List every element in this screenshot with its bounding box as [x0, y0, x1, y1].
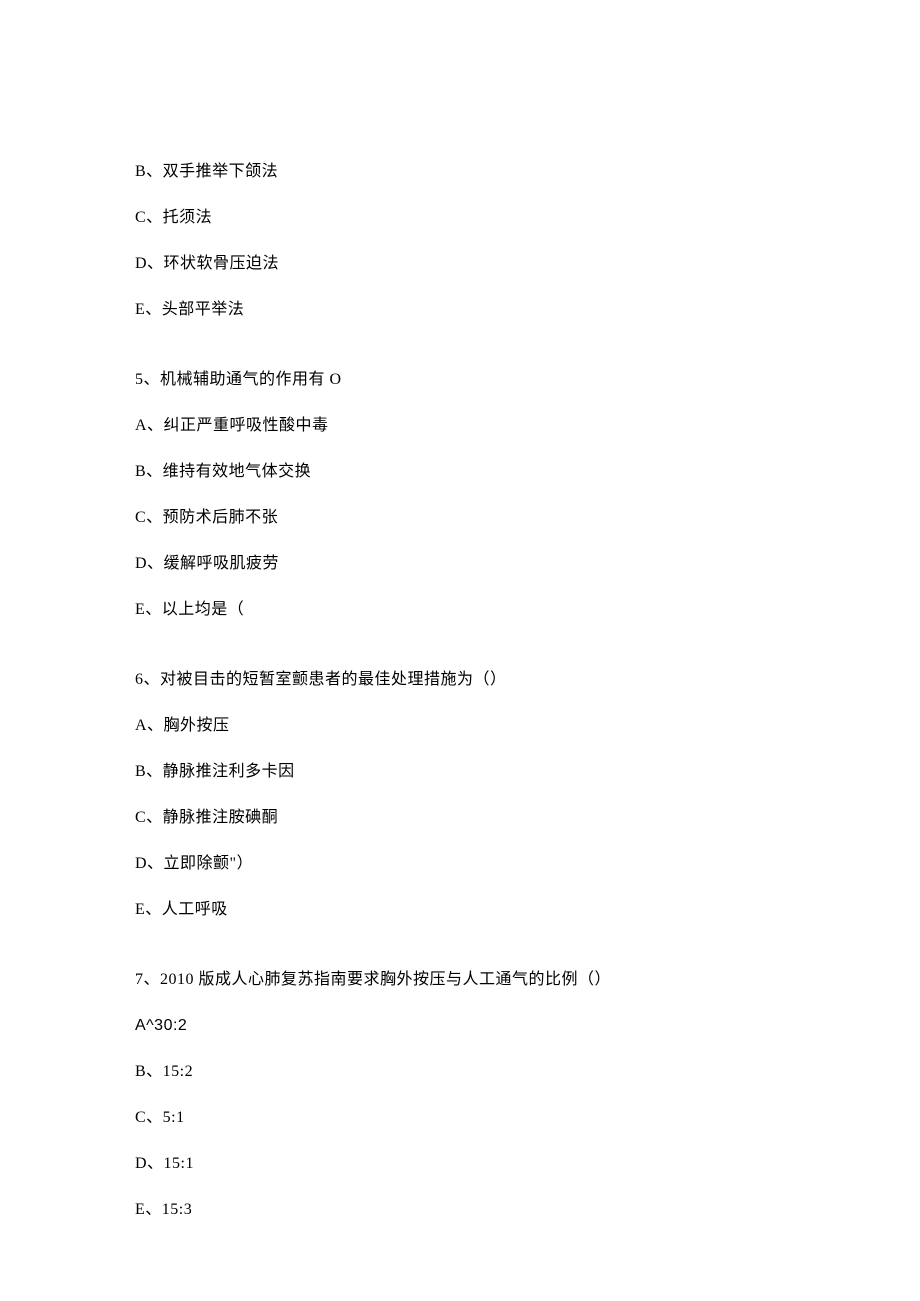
q6-option-a: A、胸外按压 — [135, 714, 785, 738]
q5-option-d: D、缓解呼吸肌疲劳 — [135, 552, 785, 576]
q5-option-b: B、维持有效地气体交换 — [135, 460, 785, 484]
q6-option-d: D、立即除颤"） — [135, 852, 785, 876]
q4-option-e: E、头部平举法 — [135, 298, 785, 322]
q7-option-a: A^30:2 — [135, 1014, 785, 1038]
q4-option-d: D、环状软骨压迫法 — [135, 252, 785, 276]
q5-stem: 5、机械辅助通气的作用有 O — [135, 368, 785, 392]
q6-option-b: B、静脉推注利多卡因 — [135, 760, 785, 784]
q6-stem: 6、对被目击的短暂室颤患者的最佳处理措施为（） — [135, 668, 785, 692]
q7-option-e: E、15:3 — [135, 1198, 785, 1222]
q5-option-e: E、以上均是（ — [135, 598, 785, 622]
q6-option-e: E、人工呼吸 — [135, 898, 785, 922]
q7-option-c: C、5:1 — [135, 1106, 785, 1130]
q5-option-c: C、预防术后肺不张 — [135, 506, 785, 530]
q7-option-d: D、15:1 — [135, 1152, 785, 1176]
q7-stem: 7、2010 版成人心肺复苏指南要求胸外按压与人工通气的比例（） — [135, 968, 785, 992]
q6-option-c: C、静脉推注胺碘酮 — [135, 806, 785, 830]
q4-option-c: C、托须法 — [135, 206, 785, 230]
q4-option-b: B、双手推举下颌法 — [135, 160, 785, 184]
q7-option-b: B、15:2 — [135, 1060, 785, 1084]
q5-option-a: A、纠正严重呼吸性酸中毒 — [135, 414, 785, 438]
